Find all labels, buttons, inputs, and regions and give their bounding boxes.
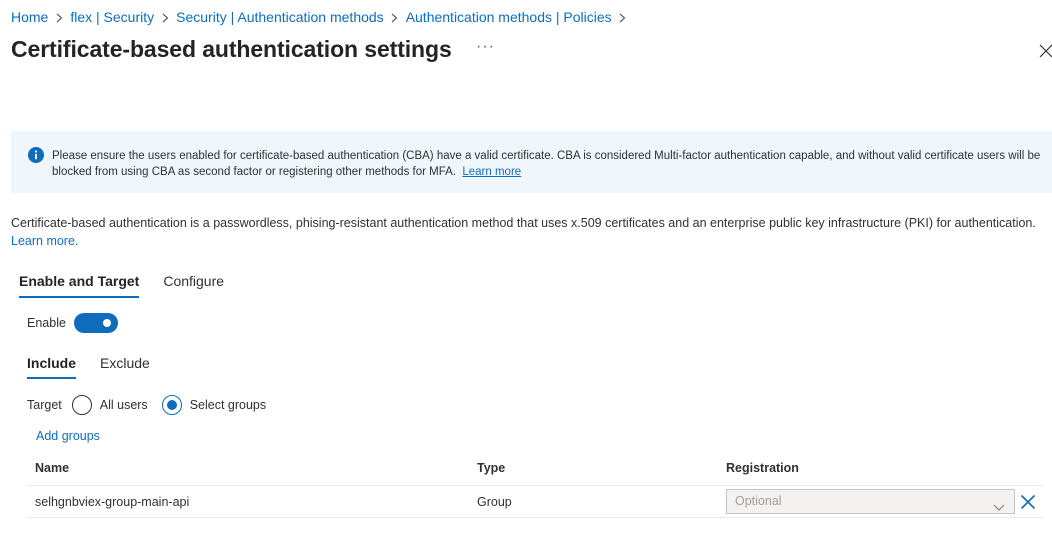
group-name: selhgnbviex-group-main-api: [35, 495, 190, 509]
breadcrumb: Home flex | Security Security | Authenti…: [11, 9, 634, 25]
chevron-right-icon: [48, 9, 70, 25]
enable-toggle[interactable]: [73, 313, 118, 333]
tab-bar: Enable and Target Configure: [19, 273, 248, 298]
tab-enable-and-target[interactable]: Enable and Target: [19, 273, 140, 298]
banner-text: Please ensure the users enabled for cert…: [52, 150, 1041, 178]
info-banner: Please ensure the users enabled for cert…: [11, 131, 1052, 193]
breadcrumb-policies[interactable]: Authentication methods | Policies: [406, 9, 612, 25]
select-groups-label[interactable]: Select groups: [190, 398, 266, 412]
enable-row: Enable: [27, 313, 118, 333]
remove-row-icon[interactable]: [1020, 494, 1036, 510]
all-users-label[interactable]: All users: [100, 398, 148, 412]
breadcrumb-flex-security[interactable]: flex | Security: [70, 9, 154, 25]
target-row: Target All users Select groups: [27, 395, 266, 415]
target-label: Target: [27, 398, 62, 412]
column-header-name: Name: [35, 461, 70, 475]
banner-learn-more-link[interactable]: Learn more: [462, 166, 521, 178]
add-groups-link[interactable]: Add groups: [36, 429, 100, 443]
description: Certificate-based authentication is a pa…: [11, 214, 1041, 250]
toggle-knob: [102, 319, 111, 327]
include-exclude-tabs: Include Exclude: [27, 355, 174, 379]
table-row: selhgnbviex-group-main-api Group Optiona…: [27, 486, 1043, 518]
column-header-registration: Registration: [726, 461, 799, 475]
chevron-right-icon: [154, 9, 176, 25]
description-learn-more-link[interactable]: Learn more.: [11, 234, 78, 248]
info-icon: [28, 147, 44, 163]
enable-label: Enable: [27, 316, 66, 330]
banner-message: Please ensure the users enabled for cert…: [52, 148, 1047, 180]
registration-dropdown[interactable]: Optional: [726, 489, 1015, 514]
page-title: Certificate-based authentication setting…: [11, 36, 452, 62]
groups-table: Name Type Registration selhgnbviex-group…: [27, 456, 1043, 518]
tab-configure[interactable]: Configure: [163, 273, 224, 298]
chevron-right-icon: [384, 9, 406, 25]
chevron-right-icon: [612, 9, 634, 25]
registration-value: Optional: [735, 494, 782, 508]
more-options-button[interactable]: ···: [476, 38, 495, 56]
tab-include[interactable]: Include: [27, 355, 77, 379]
chevron-down-icon: [993, 497, 1005, 511]
tab-exclude[interactable]: Exclude: [100, 355, 150, 379]
breadcrumb-authentication-methods[interactable]: Security | Authentication methods: [176, 9, 384, 25]
column-header-type: Type: [477, 461, 506, 475]
table-header: Name Type Registration: [27, 456, 1043, 486]
close-icon[interactable]: [1039, 44, 1052, 58]
select-groups-radio[interactable]: [161, 395, 182, 415]
group-type: Group: [477, 495, 512, 509]
description-text: Certificate-based authentication is a pa…: [11, 216, 1036, 230]
all-users-radio[interactable]: [71, 395, 92, 415]
breadcrumb-home[interactable]: Home: [11, 9, 48, 25]
